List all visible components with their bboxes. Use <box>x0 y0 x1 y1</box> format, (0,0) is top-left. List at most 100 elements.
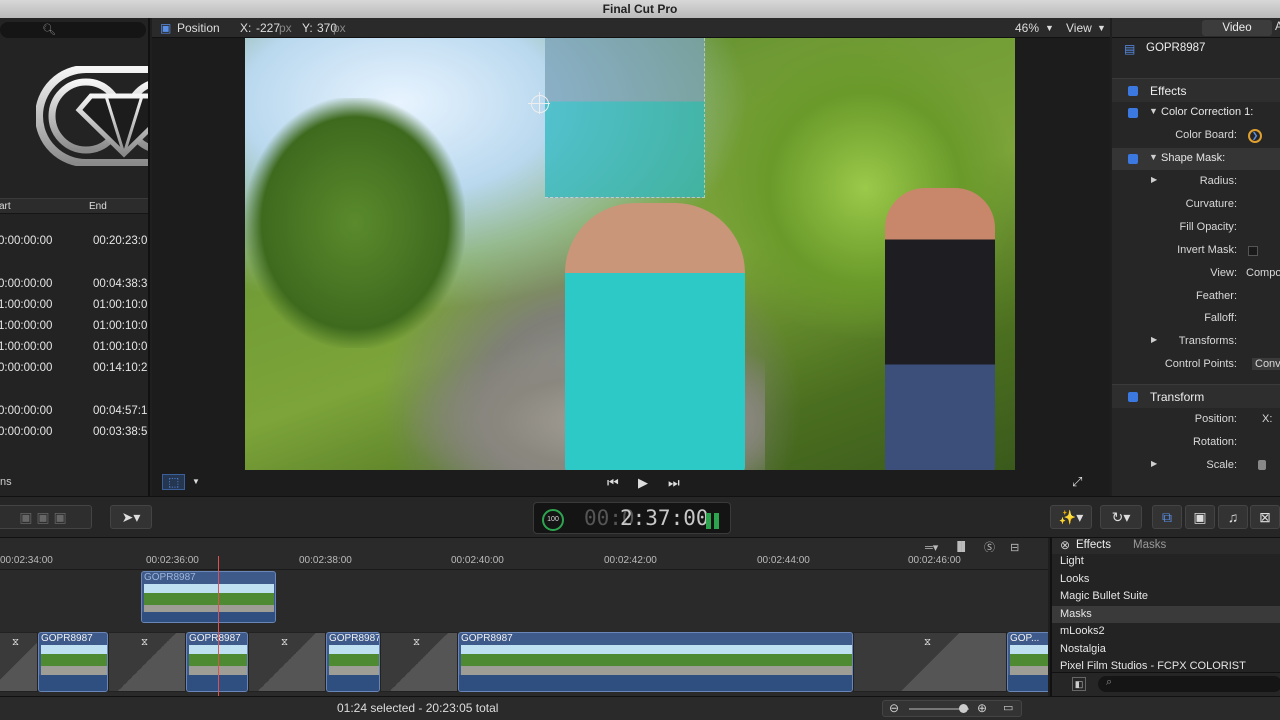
shape-mask-row[interactable]: ▼ Shape Mask: <box>1112 148 1280 170</box>
previous-edit-icon[interactable]: ⏮︎ <box>607 475 619 491</box>
clip-appearance-icon[interactable]: ⧉ <box>1152 505 1182 529</box>
color-correction-row[interactable]: ▼ Color Correction 1: <box>1112 102 1280 124</box>
list-item[interactable]: 1:00:00:00 01:00:10:0 <box>0 296 148 317</box>
effects-enable-checkbox[interactable] <box>1128 86 1138 96</box>
effects-search-input[interactable]: ⌕ <box>1098 676 1280 692</box>
disclosure-triangle-icon[interactable]: ▼ <box>1149 106 1158 116</box>
music-browser-note-icon[interactable]: ♫ <box>1218 505 1248 529</box>
list-item[interactable]: 0:00:00:00 00:04:57:1 <box>0 402 148 423</box>
param-transforms-row[interactable]: ▶ Transforms: <box>1112 331 1280 353</box>
shape-mask-enable-checkbox[interactable] <box>1128 154 1138 164</box>
zoom-out-icon[interactable]: ⊖ <box>889 701 899 715</box>
tab-video[interactable]: Video <box>1202 20 1272 36</box>
effects-category-item[interactable]: Nostalgia <box>1060 643 1106 655</box>
transition[interactable]: ⧖ <box>853 632 1007 692</box>
param-rotation-row[interactable]: Rotation: <box>1112 432 1280 454</box>
transform-section-header[interactable]: Transform <box>1112 384 1280 408</box>
photo-browser-camera-icon[interactable]: ▣ <box>1185 505 1215 529</box>
enhancements-wand-icon[interactable]: ✨▾ <box>1050 505 1092 529</box>
invert-mask-checkbox[interactable] <box>1248 246 1258 256</box>
column-end[interactable]: End <box>89 201 107 212</box>
dashboard-timecode[interactable]: 100 00:0 2:37:00 <box>533 502 731 534</box>
fullscreen-icon[interactable]: ⤢ <box>1072 474 1082 490</box>
transition[interactable]: ⧖ <box>248 632 326 692</box>
effects-section-header[interactable]: Effects <box>1112 78 1280 102</box>
param-view-row[interactable]: View: Compo <box>1112 263 1280 285</box>
masks-category[interactable]: Masks <box>1133 539 1166 551</box>
scale-slider-handle[interactable] <box>1258 460 1266 470</box>
view-chevron-icon[interactable]: ▼ <box>1097 23 1106 33</box>
transform-mode-icon[interactable]: ▣ <box>160 21 171 35</box>
tab-audio-partial[interactable]: A <box>1275 21 1280 33</box>
primary-clip[interactable]: GOPR8987 <box>38 632 108 692</box>
effects-category-item[interactable]: Light <box>1060 555 1084 567</box>
param-value[interactable]: X: <box>1262 413 1272 425</box>
timeline-ruler[interactable]: 00:02:34:00 00:02:36:00 00:02:38:00 00:0… <box>0 552 1048 570</box>
position-crosshair-handle[interactable] <box>528 92 550 114</box>
param-fill-opacity-row[interactable]: Fill Opacity: <box>1112 217 1280 239</box>
color-correction-enable-checkbox[interactable] <box>1128 108 1138 118</box>
param-position-row[interactable]: Position: X: <box>1112 409 1280 431</box>
primary-clip[interactable]: GOPR8987 <box>458 632 853 692</box>
list-item[interactable]: 0:00:00:00 00:04:38:3 <box>0 275 148 296</box>
transform-enable-checkbox[interactable] <box>1128 392 1138 402</box>
param-invert-mask-row[interactable]: Invert Mask: <box>1112 240 1280 262</box>
transition[interactable]: ⧖ <box>0 632 38 692</box>
list-item[interactable]: 1:00:00:00 01:00:10:0 <box>0 317 148 338</box>
transition[interactable]: ⧖ <box>108 632 186 692</box>
primary-clip[interactable]: GOPR8987 <box>326 632 380 692</box>
transform-menu-chevron-icon[interactable]: ▼ <box>192 477 200 486</box>
edit-buttons-group[interactable]: ▣ ▣ ▣ <box>0 505 92 529</box>
disclosure-triangle-icon[interactable]: ▼ <box>1149 152 1158 162</box>
background-tasks-dial[interactable]: 100 <box>542 509 564 531</box>
list-item[interactable]: 1:00:00:00 01:00:10:0 <box>0 338 148 359</box>
video-frame[interactable] <box>245 38 1015 470</box>
connected-clip[interactable]: GOPR8987 <box>141 571 276 623</box>
timeline[interactable]: ═▾ ▐▌ Ⓢ ⊟ 00:02:34:00 00:02:36:00 00:02:… <box>0 538 1048 696</box>
transition[interactable]: ⧖ <box>380 632 458 692</box>
clip-height-icon[interactable]: ▭ <box>1003 701 1013 714</box>
param-label: Radius: <box>1199 175 1237 187</box>
primary-clip[interactable]: GOP... <box>1007 632 1048 692</box>
shape-mask-overlay[interactable] <box>545 38 705 198</box>
close-icon[interactable]: ⊗ <box>1060 538 1070 552</box>
param-value[interactable]: Compo <box>1246 267 1280 279</box>
list-item[interactable]: 0:00:00:00 00:14:10:2 <box>0 359 148 380</box>
window-title: Final Cut Pro <box>0 0 1280 18</box>
playhead[interactable] <box>218 556 219 696</box>
color-board-row[interactable]: Color Board: ❯ <box>1112 125 1280 147</box>
transitions-browser-icon[interactable]: ⊠ <box>1250 505 1280 529</box>
param-control-points-row[interactable]: Control Points: Conve <box>1112 354 1280 376</box>
view-menu[interactable]: View <box>1066 21 1092 35</box>
next-edit-icon[interactable]: ⏭︎ <box>668 475 680 491</box>
effects-category-item[interactable]: mLooks2 <box>1060 625 1105 637</box>
effects-title[interactable]: Effects <box>1076 539 1111 551</box>
zoom-level[interactable]: 46% <box>1015 21 1039 35</box>
param-scale-row[interactable]: ▶ Scale: <box>1112 455 1280 477</box>
zoom-slider-knob[interactable] <box>959 704 968 713</box>
effects-category-item-selected[interactable]: Masks <box>1060 608 1092 620</box>
color-board-arrow-icon[interactable]: ❯ <box>1248 129 1262 143</box>
param-curvature-row[interactable]: Curvature: <box>1112 194 1280 216</box>
browser-list-header: art End <box>0 198 148 214</box>
browser-search-field[interactable]: 🔍︎ <box>0 22 146 38</box>
primary-clip[interactable]: GOPR8987 <box>186 632 248 692</box>
retime-icon[interactable]: ↻▾ <box>1100 505 1142 529</box>
zoom-chevron-icon[interactable]: ▼ <box>1045 23 1054 33</box>
column-start[interactable]: art <box>0 201 11 212</box>
param-value[interactable]: Conve <box>1252 358 1280 370</box>
select-tool-arrow-icon[interactable]: ➤▾ <box>110 505 152 529</box>
param-feather-row[interactable]: Feather: <box>1112 286 1280 308</box>
transform-tool-icon[interactable]: ⬚ <box>162 474 186 490</box>
param-radius-row[interactable]: ▶ Radius: <box>1112 171 1280 193</box>
list-item[interactable]: 0:00:00:00 00:03:38:5 <box>0 423 148 444</box>
effects-category-item[interactable]: Pixel Film Studios - FCPX COLORIST <box>1060 660 1246 672</box>
param-falloff-row[interactable]: Falloff: <box>1112 308 1280 330</box>
zoom-in-icon[interactable]: ⊕ <box>977 701 987 715</box>
timeline-zoom-control[interactable]: ⊖ ⊕ ▭ <box>882 700 1022 717</box>
list-item[interactable]: 0:00:00:00 00:20:23:0 <box>0 232 148 253</box>
effects-category-item[interactable]: Looks <box>1060 573 1089 585</box>
play-icon[interactable]: ▶ <box>638 475 648 491</box>
effects-category-item[interactable]: Magic Bullet Suite <box>1060 590 1148 602</box>
sidebar-toggle-icon[interactable]: ◧ <box>1072 677 1086 691</box>
